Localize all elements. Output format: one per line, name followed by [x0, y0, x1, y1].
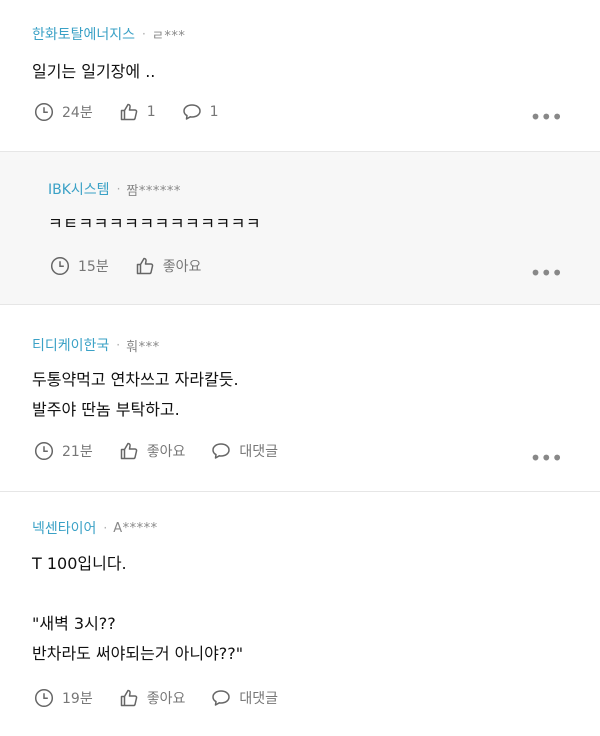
more-options-icon[interactable]: ••• [530, 448, 563, 468]
company-name[interactable]: IBK시스템 [48, 179, 110, 199]
thumbs-up-icon [136, 257, 154, 275]
comment-header: IBK시스템 · 짬****** [48, 179, 181, 199]
comment-body: 일기는 일기장에 .. [32, 62, 156, 81]
time-ago: 21분 [34, 441, 93, 461]
time-text: 15분 [78, 259, 109, 275]
clock-icon [34, 441, 54, 461]
speech-bubble-icon [212, 443, 231, 459]
company-name[interactable]: 한화토탈에너지스 [32, 24, 135, 44]
reply-button[interactable]: 대댓글 [211, 441, 278, 461]
comment-body: 두통약먹고 연차쓰고 자라칼듯. 발주야 딴놈 부탁하고. [32, 370, 239, 419]
comment: 한화토탈에너지스 · ㄹ*** 일기는 일기장에 .. 24분 1 1 ••• [0, 0, 600, 152]
separator-dot: · [116, 338, 121, 352]
reply-button[interactable]: 1 [182, 102, 219, 122]
time-text: 19분 [62, 691, 93, 707]
reply-comment: IBK시스템 · 짬****** ㅋㅌㅋㅋㅋㅋㅋㅋㅋㅋㅋㅋㅋㅋ 15분 좋아요 … [0, 152, 600, 305]
clock-icon [34, 688, 54, 708]
reply-label: 대댓글 [239, 444, 278, 460]
like-label: 좋아요 [162, 259, 202, 275]
separator-dot: · [103, 521, 108, 535]
reply-button[interactable]: 대댓글 [211, 688, 278, 708]
user-name: 짬****** [126, 183, 181, 199]
user-name: 훠*** [126, 339, 160, 355]
comment-header: 티디케이한국 · 훠*** [32, 335, 160, 355]
time-text: 24분 [62, 105, 93, 121]
like-count: 1 [146, 104, 156, 120]
comment-actions: 19분 좋아요 대댓글 [34, 688, 304, 708]
thumbs-up-icon [120, 442, 138, 460]
comment-actions: 15분 좋아요 [50, 256, 227, 276]
company-name[interactable]: 넥센타이어 [32, 518, 96, 538]
comment-actions: 21분 좋아요 대댓글 [34, 441, 304, 461]
more-options-icon[interactable]: ••• [530, 107, 563, 127]
like-button[interactable]: 좋아요 [119, 441, 186, 461]
comment-body: T 100입니다. "새벽 3시?? 반차라도 써야되는거 아니야??" [32, 554, 244, 663]
user-name: ㄹ*** [151, 28, 186, 44]
like-label: 좋아요 [146, 444, 186, 460]
comment: 티디케이한국 · 훠*** 두통약먹고 연차쓰고 자라칼듯. 발주야 딴놈 부탁… [0, 305, 600, 492]
speech-bubble-icon [182, 104, 201, 120]
comment: 넥센타이어 · A***** T 100입니다. "새벽 3시?? 반차라도 써… [0, 492, 600, 736]
more-options-icon[interactable]: ••• [530, 263, 563, 283]
comment-header: 한화토탈에너지스 · ㄹ*** [32, 24, 185, 44]
thumbs-up-icon [120, 103, 138, 121]
reply-count: 1 [209, 104, 219, 120]
like-button[interactable]: 좋아요 [119, 688, 186, 708]
comment-actions: 24분 1 1 [34, 102, 245, 122]
thumbs-up-icon [120, 689, 138, 707]
time-ago: 19분 [34, 688, 93, 708]
comment-body: ㅋㅌㅋㅋㅋㅋㅋㅋㅋㅋㅋㅋㅋㅋ [48, 214, 262, 233]
separator-dot: · [116, 182, 121, 196]
like-label: 좋아요 [146, 691, 186, 707]
clock-icon [50, 256, 70, 276]
like-button[interactable]: 1 [119, 102, 156, 122]
separator-dot: · [142, 27, 146, 41]
clock-icon [34, 102, 54, 122]
company-name[interactable]: 티디케이한국 [32, 335, 109, 355]
speech-bubble-icon [212, 690, 231, 706]
time-ago: 24분 [34, 102, 93, 122]
user-name: A***** [113, 520, 158, 536]
reply-label: 대댓글 [239, 691, 278, 707]
time-ago: 15분 [50, 256, 109, 276]
comment-header: 넥센타이어 · A***** [32, 518, 158, 538]
like-button[interactable]: 좋아요 [135, 256, 202, 276]
time-text: 21분 [62, 444, 93, 460]
